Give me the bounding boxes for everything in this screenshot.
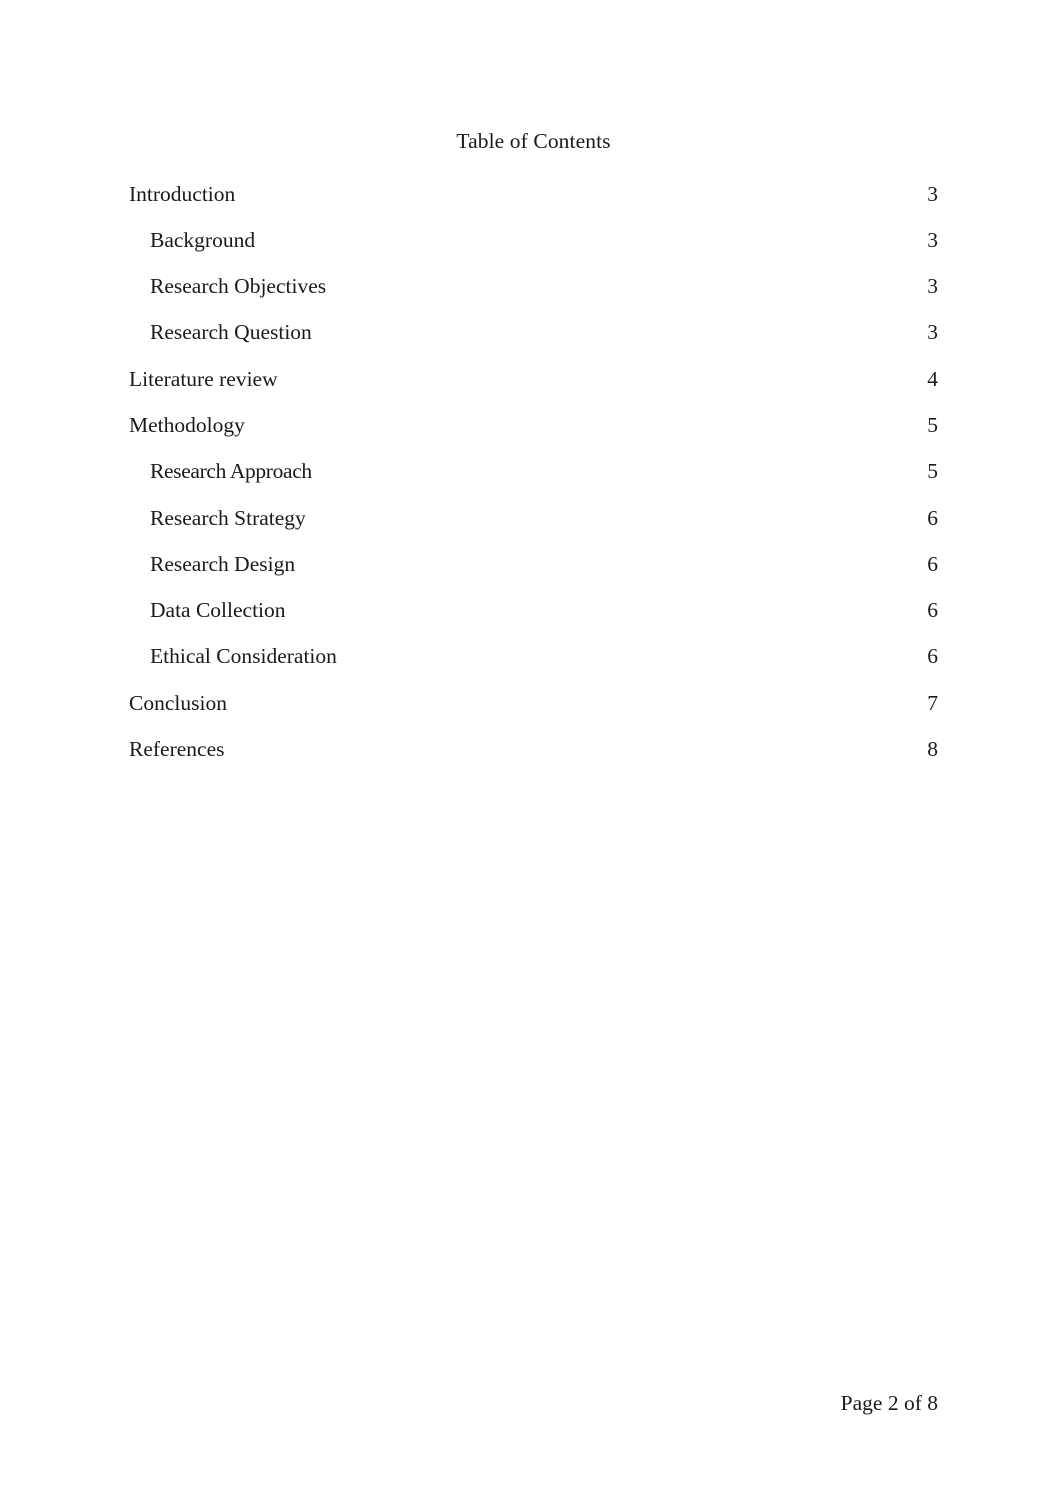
- toc-entry-label: Data Collection: [150, 598, 286, 623]
- toc-entry[interactable]: Research Approach 5: [129, 461, 938, 507]
- table-of-contents-list: Introduction 3 Background 3 Research Objecti…: [129, 181, 938, 786]
- toc-entry-page-number: 6: [927, 644, 938, 669]
- toc-entry-page-number: 6: [927, 598, 938, 623]
- toc-entry-page-number: 3: [927, 181, 938, 206]
- toc-entry[interactable]: Conclusion 7: [129, 690, 938, 739]
- toc-entry[interactable]: Research Objectives 3: [129, 276, 938, 322]
- toc-entry-label: Research Design: [150, 551, 296, 576]
- toc-entry-page-number: 5: [927, 412, 938, 437]
- toc-entry-page-number: 3: [927, 227, 938, 252]
- page-title: Table of Contents: [456, 129, 611, 153]
- toc-entry-page-number: 5: [927, 459, 938, 484]
- toc-entry-page-number: 7: [927, 690, 938, 715]
- toc-entry[interactable]: Research Question 3: [129, 322, 938, 368]
- toc-entry[interactable]: Research Design 6: [129, 551, 938, 600]
- toc-entry-label: Ethical Consideration: [150, 644, 337, 669]
- toc-entry-page-number: 3: [927, 274, 938, 299]
- toc-entry[interactable]: Introduction 3: [129, 181, 938, 230]
- toc-entry[interactable]: Ethical Consideration 6: [129, 646, 938, 692]
- page-footer: Page 2 of 8: [840, 1391, 938, 1415]
- toc-entry-page-number: 3: [927, 320, 938, 345]
- document-page: Table of Contents Introduction 3 Backgroun…: [0, 0, 1062, 1506]
- toc-entry[interactable]: Data Collection 6: [129, 600, 938, 646]
- toc-entry-label: Research Objectives: [150, 274, 327, 299]
- toc-entry-label: Research Strategy: [150, 505, 306, 530]
- document-body: Table of Contents Introduction 3 Backgroun…: [129, 0, 938, 785]
- toc-entry[interactable]: References 8: [129, 739, 938, 785]
- toc-entry-label: Conclusion: [129, 690, 227, 715]
- toc-entry-label: References: [129, 737, 225, 762]
- toc-entry[interactable]: Literature review 4: [129, 366, 938, 415]
- toc-entry[interactable]: Background 3: [129, 227, 938, 276]
- toc-entry-label: Research Approach: [150, 459, 312, 484]
- toc-entry-label: Literature review: [129, 366, 278, 391]
- toc-entry-label: Methodology: [129, 412, 245, 437]
- toc-entry[interactable]: Research Strategy 6: [129, 505, 938, 554]
- toc-entry-page-number: 6: [927, 505, 938, 530]
- toc-entry-label: Background: [150, 227, 256, 252]
- toc-entry-page-number: 6: [927, 551, 938, 576]
- toc-entry-page-number: 8: [927, 737, 938, 762]
- toc-entry-label: Introduction: [129, 181, 236, 206]
- toc-entry-label: Research Question: [150, 320, 312, 345]
- toc-entry[interactable]: Methodology 5: [129, 412, 938, 461]
- toc-entry-page-number: 4: [927, 366, 938, 391]
